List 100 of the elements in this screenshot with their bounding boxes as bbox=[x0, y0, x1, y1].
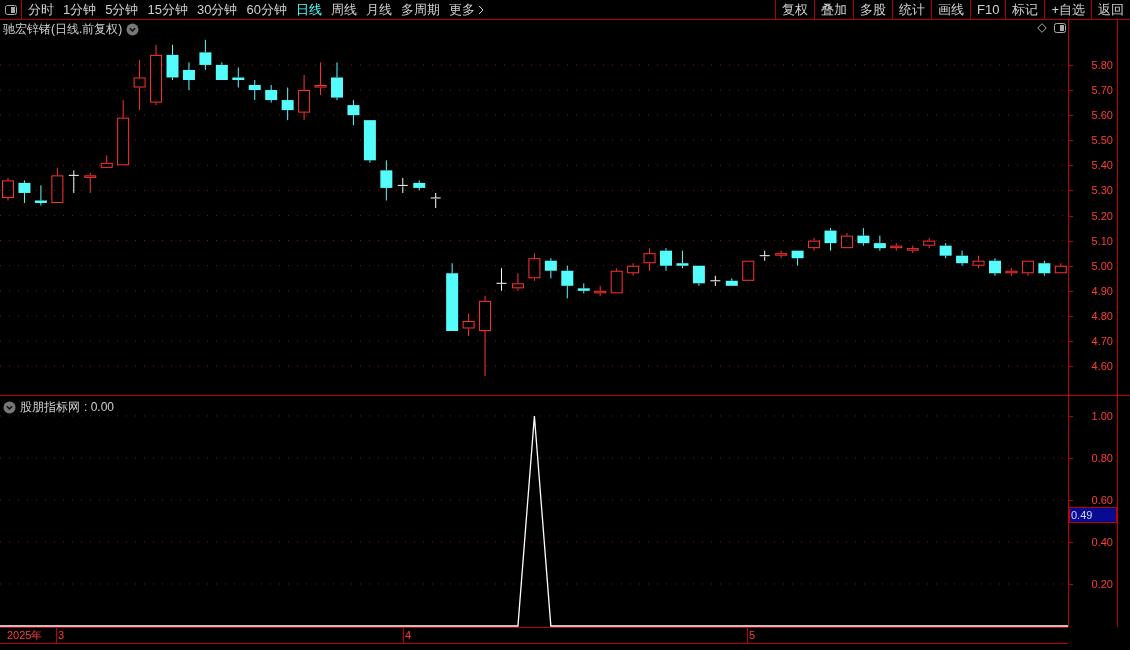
candlestick bbox=[1021, 260, 1034, 277]
candlestick bbox=[413, 179, 426, 191]
candlestick bbox=[594, 285, 607, 297]
candlestick bbox=[873, 235, 886, 252]
candlestick bbox=[791, 250, 804, 267]
candlestick bbox=[775, 250, 788, 259]
indicator-name: 股朋指标网 bbox=[20, 399, 80, 416]
period-tab[interactable]: 15分钟 bbox=[147, 0, 188, 20]
candlestick bbox=[314, 61, 327, 96]
axis-label: 4.90 bbox=[1091, 284, 1113, 297]
toolbar-button[interactable]: 返回 bbox=[1091, 0, 1130, 19]
candlestick bbox=[857, 227, 870, 247]
chart-title: 驰宏锌锗(日线.前复权) bbox=[3, 21, 123, 38]
axis-label: 5.30 bbox=[1091, 184, 1113, 197]
period-tab[interactable]: 分时 bbox=[28, 0, 54, 20]
candlestick bbox=[166, 44, 179, 81]
candlestick bbox=[956, 250, 969, 267]
axis-label: 0.20 bbox=[1091, 578, 1113, 590]
axis-label: 5.10 bbox=[1091, 234, 1113, 247]
candlestick bbox=[133, 59, 146, 111]
candlestick bbox=[840, 232, 853, 249]
candlestick bbox=[725, 277, 738, 287]
candlestick bbox=[347, 99, 360, 126]
toolbar-button[interactable]: F10 bbox=[970, 0, 1006, 19]
candlestick bbox=[446, 262, 459, 332]
axis-label: 1.00 bbox=[1091, 409, 1113, 422]
axis-label: 5.70 bbox=[1091, 84, 1113, 96]
candlestick bbox=[643, 247, 656, 272]
candlestick bbox=[117, 99, 130, 166]
period-tab[interactable]: 日线 bbox=[295, 0, 322, 20]
indicator-value: : 0.00 bbox=[84, 399, 115, 416]
candlestick bbox=[511, 272, 524, 292]
axis-label: 5.40 bbox=[1091, 159, 1113, 172]
period-tab[interactable]: 5分钟 bbox=[105, 0, 139, 20]
dropdown-icon[interactable] bbox=[3, 400, 16, 414]
candlestick bbox=[331, 61, 343, 101]
panel-toggle-icon[interactable] bbox=[1054, 23, 1066, 33]
candlestick bbox=[660, 247, 672, 272]
candlestick bbox=[462, 312, 475, 337]
diamond-icon[interactable] bbox=[1037, 23, 1047, 33]
axis-label: 5.00 bbox=[1091, 259, 1113, 272]
period-tab[interactable]: 周线 bbox=[330, 0, 357, 20]
dropdown-icon[interactable] bbox=[126, 22, 140, 36]
month-label: 3 bbox=[58, 628, 65, 643]
candlestick bbox=[890, 242, 903, 252]
candlestick bbox=[265, 84, 278, 104]
candlestick bbox=[1005, 267, 1018, 277]
candlestick bbox=[18, 179, 31, 204]
chevron-icon bbox=[477, 4, 484, 15]
candlestick bbox=[610, 267, 623, 294]
candlestick bbox=[215, 61, 228, 81]
candlestick bbox=[1038, 260, 1051, 277]
candlestick bbox=[2, 177, 14, 201]
axis-label: 4.70 bbox=[1091, 335, 1113, 348]
candlestick bbox=[923, 237, 936, 249]
candlestick bbox=[182, 61, 195, 91]
month-label: 4 bbox=[405, 628, 412, 643]
toolbar-button[interactable]: +自选 bbox=[1044, 0, 1091, 19]
axis-label: 4.60 bbox=[1091, 360, 1113, 373]
candlestick bbox=[676, 250, 689, 269]
toolbar-button[interactable]: 叠加 bbox=[814, 0, 853, 19]
axis-label: 0.80 bbox=[1091, 451, 1113, 464]
year-label: 2025年 bbox=[7, 628, 43, 643]
candlestick bbox=[248, 79, 261, 101]
period-tab[interactable]: 60分钟 bbox=[246, 0, 287, 20]
candlestick bbox=[84, 172, 97, 194]
axis-label: 5.50 bbox=[1091, 134, 1113, 147]
toolbar-button[interactable]: 画线 bbox=[931, 0, 970, 19]
candlestick bbox=[232, 66, 245, 88]
candlestick bbox=[68, 169, 80, 194]
more-button[interactable]: 更多 bbox=[448, 0, 484, 20]
period-tab[interactable]: 月线 bbox=[365, 0, 392, 20]
axis-label: 5.80 bbox=[1091, 58, 1113, 71]
candlestick bbox=[100, 154, 113, 169]
axis-label: 5.60 bbox=[1091, 109, 1113, 122]
candlestick bbox=[742, 260, 755, 282]
month-label: 5 bbox=[749, 628, 756, 643]
panel-toggle-icon[interactable] bbox=[4, 4, 17, 15]
candlestick bbox=[430, 192, 442, 209]
candlestick bbox=[759, 250, 771, 262]
toolbar-button[interactable]: 统计 bbox=[892, 0, 931, 19]
candlestick bbox=[199, 39, 212, 71]
period-tab[interactable]: 30分钟 bbox=[196, 0, 238, 20]
toolbar-button[interactable]: 标记 bbox=[1005, 0, 1045, 19]
candlestick bbox=[363, 119, 376, 164]
candlestick bbox=[34, 184, 47, 206]
candlestick bbox=[51, 167, 64, 204]
candlestick bbox=[281, 87, 294, 121]
candlestick bbox=[1054, 262, 1067, 274]
period-tab[interactable]: 多周期 bbox=[400, 0, 440, 20]
toolbar-button[interactable]: 复权 bbox=[775, 0, 814, 19]
candlestick bbox=[528, 252, 541, 282]
candlestick bbox=[972, 255, 985, 269]
period-tab[interactable]: 1分钟 bbox=[63, 0, 97, 20]
axis-label: 0.40 bbox=[1091, 535, 1113, 548]
candlestick bbox=[808, 237, 821, 252]
candlestick bbox=[627, 262, 640, 277]
candlestick bbox=[709, 275, 721, 287]
candlestick bbox=[150, 44, 163, 106]
toolbar-button[interactable]: 多股 bbox=[853, 0, 892, 19]
